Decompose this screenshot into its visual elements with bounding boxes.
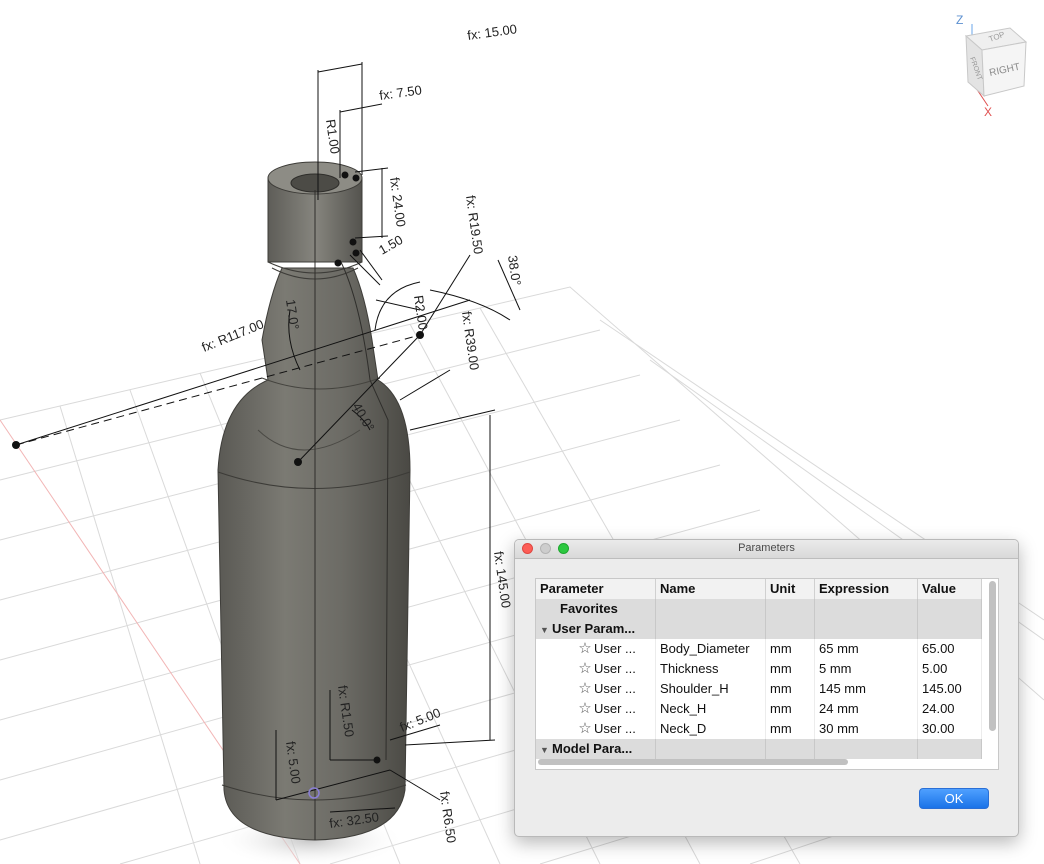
row-name[interactable]: Body_Diameter xyxy=(656,639,766,659)
row-expression[interactable]: 145 mm xyxy=(815,679,918,699)
table-row[interactable]: ☆ User ... Neck_D mm 30 mm 30.00 xyxy=(536,719,982,740)
row-value: 65.00 xyxy=(918,639,982,659)
column-header-value[interactable]: Value xyxy=(918,579,982,599)
table-row[interactable]: ☆ User ... Thickness mm 5 mm 5.00 xyxy=(536,659,982,680)
vertical-scrollbar[interactable] xyxy=(989,581,996,731)
favorite-star-icon[interactable]: ☆ xyxy=(576,659,594,679)
group-model-parameters[interactable]: ▼ Model Para... xyxy=(536,739,982,759)
group-favorites-label: Favorites xyxy=(536,599,656,619)
favorite-star-icon[interactable]: ☆ xyxy=(576,679,594,699)
dim-fillet-radius[interactable]: R2.00 xyxy=(411,294,431,330)
favorite-star-icon[interactable]: ☆ xyxy=(576,639,594,659)
parameters-table: Parameter Name Unit Expression Value Fav… xyxy=(535,578,999,770)
row-expression[interactable]: 5 mm xyxy=(815,659,918,679)
dim-neck-radius[interactable]: fx: R19.50 xyxy=(463,194,486,255)
collapse-triangle-icon[interactable]: ▼ xyxy=(540,740,552,759)
table-header: Parameter Name Unit Expression Value xyxy=(536,579,982,600)
dim-neck-height[interactable]: fx: 24.00 xyxy=(387,176,409,227)
row-name[interactable]: Neck_H xyxy=(656,699,766,719)
dialog-title: Parameters xyxy=(738,542,795,554)
row-name[interactable]: Neck_D xyxy=(656,719,766,739)
view-cube[interactable]: Z X TOP FRONT RIGHT xyxy=(952,10,1038,120)
column-header-name[interactable]: Name xyxy=(656,579,766,599)
row-value: 145.00 xyxy=(918,679,982,699)
row-unit: mm xyxy=(766,679,815,699)
dim-overall-diameter[interactable]: fx: 15.00 xyxy=(466,21,517,43)
row-value: 30.00 xyxy=(918,719,982,739)
dim-shoulder-radius[interactable]: fx: R39.00 xyxy=(459,310,482,371)
row-unit: mm xyxy=(766,719,815,739)
column-header-expression[interactable]: Expression xyxy=(815,579,918,599)
row-param: User ... xyxy=(594,681,636,696)
ok-button[interactable]: OK xyxy=(919,788,989,809)
dim-base-radius[interactable]: fx: R6.50 xyxy=(437,790,459,844)
x-axis-label: X xyxy=(984,105,992,119)
row-expression[interactable]: 30 mm xyxy=(815,719,918,739)
dim-shoulder-height[interactable]: fx: 145.00 xyxy=(491,550,514,609)
table-row[interactable]: ☆ User ... Neck_H mm 24 mm 24.00 xyxy=(536,699,982,720)
row-param: User ... xyxy=(594,701,636,716)
row-unit: mm xyxy=(766,659,815,679)
group-user-label: User Param... xyxy=(552,621,636,636)
group-user-parameters[interactable]: ▼ User Param... xyxy=(536,619,982,639)
row-param: User ... xyxy=(594,721,636,736)
row-expression[interactable]: 65 mm xyxy=(815,639,918,659)
column-header-parameter[interactable]: Parameter xyxy=(536,579,656,599)
favorite-star-icon[interactable]: ☆ xyxy=(576,719,594,739)
dim-half-diameter[interactable]: fx: 7.50 xyxy=(378,82,422,103)
column-header-unit[interactable]: Unit xyxy=(766,579,815,599)
row-param: User ... xyxy=(594,641,636,656)
row-unit: mm xyxy=(766,639,815,659)
collapse-triangle-icon[interactable]: ▼ xyxy=(540,620,552,639)
z-axis-label: Z xyxy=(956,13,963,27)
group-favorites[interactable]: Favorites xyxy=(536,599,982,619)
row-unit: mm xyxy=(766,699,815,719)
row-param: User ... xyxy=(594,661,636,676)
parameters-dialog: Parameters Parameter Name Unit Expressio… xyxy=(514,539,1019,837)
dialog-titlebar[interactable]: Parameters xyxy=(515,540,1018,559)
row-name[interactable]: Thickness xyxy=(656,659,766,679)
group-model-label: Model Para... xyxy=(552,741,633,756)
row-name[interactable]: Shoulder_H xyxy=(656,679,766,699)
favorite-star-icon[interactable]: ☆ xyxy=(576,699,594,719)
table-row[interactable]: ☆ User ... Shoulder_H mm 145 mm 145.00 xyxy=(536,679,982,700)
row-value: 5.00 xyxy=(918,659,982,679)
dim-neck-step[interactable]: 1.50 xyxy=(376,232,405,258)
horizontal-scrollbar[interactable] xyxy=(538,759,848,765)
table-row[interactable]: ☆ User ... Body_Diameter mm 65 mm 65.00 xyxy=(536,639,982,660)
row-value: 24.00 xyxy=(918,699,982,719)
bottle-body xyxy=(217,161,411,841)
dim-arc-radius[interactable]: fx: R117.00 xyxy=(200,316,266,354)
row-expression[interactable]: 24 mm xyxy=(815,699,918,719)
